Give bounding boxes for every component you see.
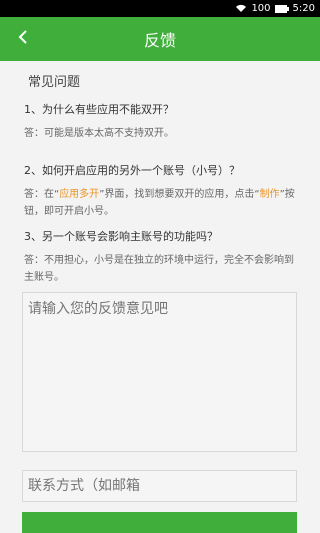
make-link: 制作 (259, 189, 280, 200)
app-multi-open-link: 应用多开 (59, 189, 100, 200)
page-title: 反馈 (143, 31, 176, 50)
answer-text: 答：在“ (24, 189, 60, 200)
battery-icon (274, 4, 289, 13)
back-button[interactable] (8, 17, 38, 61)
faq-answer-3: 答：不用担心，小号是在独立的环境中运行，完全不会影响到主账号。 (24, 255, 294, 283)
contact-input[interactable] (22, 470, 297, 502)
app-header: 反馈 (0, 17, 320, 61)
faq-answer-1: 答：可能是版本太高不支持双开。 (24, 128, 174, 139)
chevron-left-icon (18, 29, 28, 49)
feedback-input[interactable] (22, 292, 297, 452)
wifi-icon (235, 4, 247, 13)
faq-answer-2: 答：在“应用多开”界面，找到想要双开的应用，点击“制作”按钮，即可开启小号。 (24, 186, 296, 220)
faq-question-3: 3、另一个账号会影响主账号的功能吗？ (24, 230, 218, 243)
faq-question-1: 1、为什么有些应用不能双开？ (24, 103, 174, 116)
faq-heading: 常见问题 (28, 75, 81, 90)
battery-level: 100 (251, 3, 271, 14)
faq-section: 常见问题 1、为什么有些应用不能双开？ 答：可能是版本太高不支持双开。 2、如何… (0, 71, 320, 286)
clock: 5:20 (292, 3, 315, 14)
submit-button[interactable] (22, 512, 297, 533)
status-bar: 100 5:20 (0, 0, 320, 17)
faq-question-2: 2、如何开启应用的另外一个账号（小号）？ (24, 164, 240, 177)
answer-text: ”界面，找到想要双开的应用，点击“ (99, 189, 260, 200)
